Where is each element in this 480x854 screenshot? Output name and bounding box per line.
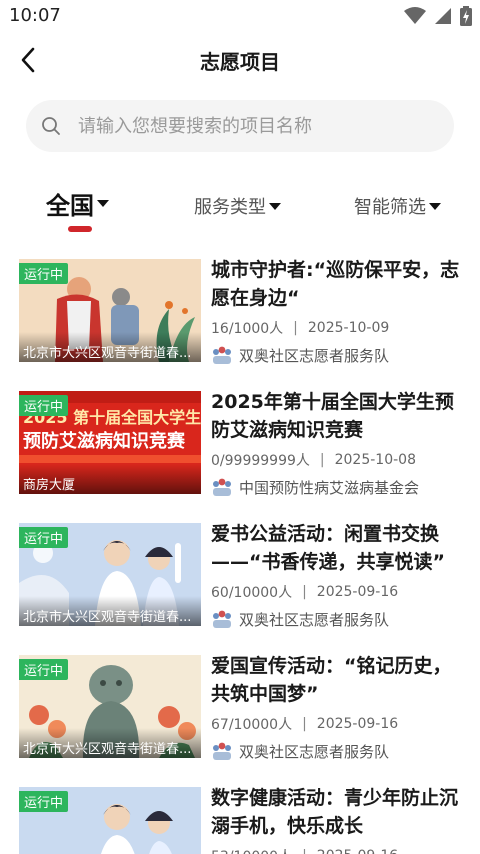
organizer-name: 双奥社区志愿者服务队: [239, 346, 390, 365]
project-card[interactable]: 运行中 数字健康活动：青少年防止沉溺手机，快乐成长 53/10000人 | 20…: [0, 784, 480, 854]
meta-separator: |: [302, 848, 307, 854]
organizer-name: 中国预防性病艾滋病基金会: [239, 478, 420, 497]
status-badge: 运行中: [19, 263, 69, 284]
project-info: 2025年第十届全国大学生预防艾滋病知识竞赛 0/99999999人 | 202…: [211, 388, 466, 498]
participant-count: 16/1000人: [211, 321, 284, 337]
status-badge: 运行中: [19, 395, 69, 416]
wifi-icon: [404, 7, 426, 24]
status-badge: 运行中: [19, 659, 69, 680]
participant-count: 0/99999999人: [211, 453, 310, 469]
organization-icon: [213, 742, 231, 760]
app-header: 志愿项目: [0, 34, 480, 86]
organization-icon: [213, 610, 231, 628]
project-date: 2025-10-08: [334, 452, 416, 468]
filter-region[interactable]: 全国: [46, 186, 109, 221]
project-title: 2025年第十届全国大学生预防艾滋病知识竞赛: [211, 391, 454, 441]
filter-smart[interactable]: 智能筛选: [354, 193, 441, 219]
project-thumbnail: 2025 第十届全国大学生 预防艾滋病知识竞赛 运行中 商房大厦: [19, 391, 201, 494]
project-date: 2025-09-16: [316, 716, 399, 732]
project-meta: 16/1000人 | 2025-10-09: [211, 318, 466, 338]
project-date: 2025-10-09: [307, 320, 390, 336]
meta-separator: |: [302, 584, 307, 600]
organizer: 双奥社区志愿者服务队: [211, 608, 466, 630]
filter-smart-label: 智能筛选: [354, 197, 426, 218]
project-thumbnail: 运行中 北京市大兴区观音寺街道春...: [19, 259, 201, 362]
project-title: 城市守护者:“巡防保平安，志愿在身边“: [211, 259, 460, 309]
project-thumbnail: 运行中 北京市大兴区观音寺街道春...: [19, 655, 201, 758]
project-info: 城市守护者:“巡防保平安，志愿在身边“ 16/1000人 | 2025-10-0…: [211, 256, 466, 366]
caret-down-icon: [429, 202, 441, 210]
organizer: 中国预防性病艾滋病基金会: [211, 476, 466, 498]
organizer: 双奥社区志愿者服务队: [211, 740, 466, 762]
filter-service-type[interactable]: 服务类型: [194, 193, 281, 219]
search-bar[interactable]: [26, 100, 454, 152]
project-card[interactable]: 2025 第十届全国大学生 预防艾滋病知识竞赛 运行中 商房大厦 2025年第十…: [0, 388, 480, 498]
project-card[interactable]: 运行中 北京市大兴区观音寺街道春... 爱国宣传活动：“铭记历史，共筑中国梦” …: [0, 652, 480, 762]
project-card[interactable]: 运行中 北京市大兴区观音寺街道春... 爱书公益活动：闲置书交换——“书香传递，…: [0, 520, 480, 630]
organizer-name: 双奥社区志愿者服务队: [239, 610, 390, 629]
project-date: 2025-09-16: [316, 584, 399, 600]
thumbnail-location: 商房大厦: [19, 464, 201, 494]
project-title: 爱书公益活动：闲置书交换——“书香传递，共享悦读”: [211, 523, 445, 573]
organizer-name: 双奥社区志愿者服务队: [239, 742, 390, 761]
thumbnail-location: 北京市大兴区观音寺街道春...: [19, 332, 201, 362]
participant-count: 53/10000人: [211, 846, 292, 854]
status-icons: [404, 6, 472, 26]
project-date: 2025-09-16: [317, 848, 398, 854]
organization-icon: [213, 478, 231, 496]
status-badge: 运行中: [19, 527, 69, 548]
project-meta: 53/10000人 | 2025-09-16: [211, 846, 466, 854]
project-title: 数字健康活动：青少年防止沉溺手机，快乐成长: [211, 787, 459, 837]
project-info: 爱书公益活动：闲置书交换——“书香传递，共享悦读” 60/10000人 | 20…: [211, 520, 466, 630]
participant-count: 60/10000人: [211, 585, 293, 601]
project-info: 爱国宣传活动：“铭记历史，共筑中国梦” 67/10000人 | 2025-09-…: [211, 652, 466, 762]
battery-charging-icon: [460, 6, 472, 26]
filter-region-label: 全国: [46, 192, 94, 220]
project-meta: 67/10000人 | 2025-09-16: [211, 714, 466, 734]
thumbnail-location: 北京市大兴区观音寺街道春...: [19, 596, 201, 626]
active-tab-indicator: [68, 226, 92, 232]
project-card[interactable]: 运行中 北京市大兴区观音寺街道春... 城市守护者:“巡防保平安，志愿在身边“ …: [0, 256, 480, 366]
project-title: 爱国宣传活动：“铭记历史，共筑中国梦”: [211, 655, 452, 705]
organization-icon: [213, 346, 231, 364]
project-info: 数字健康活动：青少年防止沉溺手机，快乐成长 53/10000人 | 2025-0…: [211, 784, 466, 854]
filter-service-type-label: 服务类型: [194, 197, 266, 218]
meta-separator: |: [302, 716, 307, 732]
meta-separator: |: [319, 452, 325, 468]
status-time: 10:07: [9, 5, 61, 26]
project-thumbnail: 运行中 北京市大兴区观音寺街道春...: [19, 523, 201, 626]
signal-icon: [435, 8, 451, 24]
status-badge: 运行中: [19, 791, 69, 812]
project-thumbnail: 运行中: [19, 787, 201, 854]
contest-banner-line2: 预防艾滋病知识竞赛: [23, 430, 186, 452]
page-title: 志愿项目: [200, 50, 280, 74]
search-icon: [40, 115, 62, 137]
organizer: 双奥社区志愿者服务队: [211, 344, 466, 366]
project-meta: 0/99999999人 | 2025-10-08: [211, 450, 466, 470]
caret-down-icon: [269, 202, 281, 210]
status-bar: 10:07: [0, 0, 480, 34]
meta-separator: |: [293, 320, 298, 336]
project-meta: 60/10000人 | 2025-09-16: [211, 582, 466, 602]
participant-count: 67/10000人: [211, 717, 293, 733]
search-input[interactable]: [78, 115, 418, 137]
filter-tabs: 全国 服务类型 智能筛选: [0, 180, 480, 236]
thumbnail-location: 北京市大兴区观音寺街道春...: [19, 728, 201, 758]
caret-down-icon: [97, 200, 109, 207]
